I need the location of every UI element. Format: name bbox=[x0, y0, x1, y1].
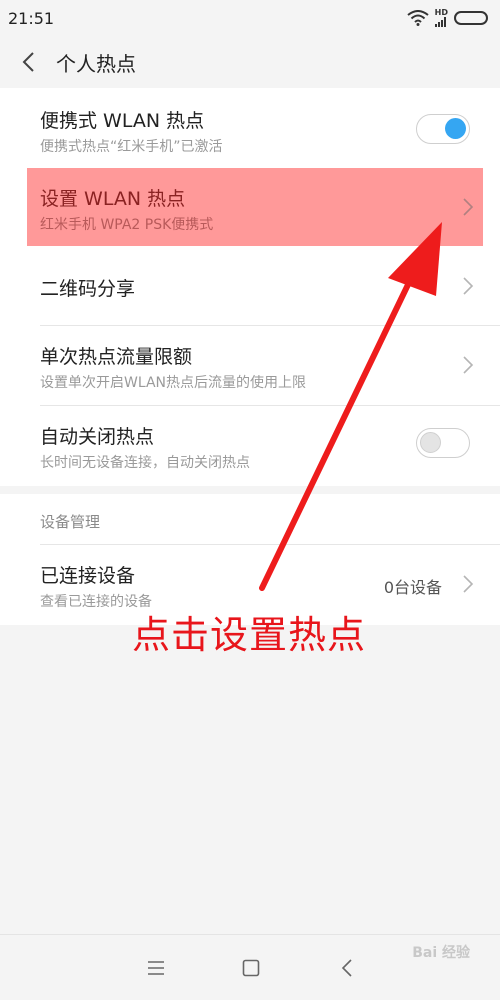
chevron-right-icon bbox=[463, 575, 474, 593]
portable-hotspot-title: 便携式 WLAN 热点 bbox=[40, 110, 205, 132]
auto-off-title: 自动关闭热点 bbox=[40, 426, 155, 448]
back-button[interactable] bbox=[0, 36, 56, 88]
battery-icon bbox=[454, 11, 488, 25]
watermark: Bai 经验 bbox=[412, 945, 470, 961]
connected-devices-title: 已连接设备 bbox=[40, 565, 136, 587]
auto-off-row[interactable]: 自动关闭热点 长时间无设备连接，自动关闭热点 bbox=[0, 406, 500, 486]
home-icon bbox=[242, 959, 260, 977]
traffic-limit-title: 单次热点流量限额 bbox=[40, 346, 193, 368]
portable-hotspot-row[interactable]: 便携式 WLAN 热点 便携式热点“红米手机”已激活 bbox=[0, 88, 500, 168]
home-button[interactable] bbox=[238, 955, 264, 981]
traffic-limit-row[interactable]: 单次热点流量限额 设置单次开启WLAN热点后流量的使用上限 bbox=[0, 326, 500, 406]
app-header: 个人热点 bbox=[0, 36, 500, 88]
chevron-right-icon bbox=[463, 198, 474, 216]
signal-icon: HD bbox=[435, 9, 448, 27]
annotation-text: 点击设置热点 bbox=[132, 613, 367, 657]
network-label: HD bbox=[434, 8, 448, 17]
auto-off-toggle[interactable] bbox=[416, 428, 470, 458]
portable-hotspot-subtitle: 便携式热点“红米手机”已激活 bbox=[40, 139, 223, 155]
menu-icon bbox=[148, 961, 164, 975]
setup-hotspot-title: 设置 WLAN 热点 bbox=[40, 188, 186, 210]
wifi-icon bbox=[407, 10, 429, 26]
status-time: 21:51 bbox=[8, 8, 55, 28]
status-bar: 21:51 HD bbox=[0, 0, 500, 36]
setup-hotspot-row[interactable]: 设置 WLAN 热点 红米手机 WPA2 PSK便携式 bbox=[0, 168, 500, 246]
chevron-right-icon bbox=[463, 356, 474, 374]
qr-share-row[interactable]: 二维码分享 bbox=[0, 246, 500, 326]
toggle-knob bbox=[420, 432, 441, 453]
back-nav-button[interactable] bbox=[334, 955, 360, 981]
device-section-header: 设备管理 bbox=[40, 513, 101, 531]
menu-button[interactable] bbox=[143, 955, 169, 981]
back-icon bbox=[341, 959, 352, 977]
connected-devices-count: 0台设备 bbox=[383, 578, 442, 597]
portable-hotspot-toggle[interactable] bbox=[416, 114, 470, 144]
toggle-knob bbox=[445, 118, 466, 139]
setup-hotspot-subtitle: 红米手机 WPA2 PSK便携式 bbox=[40, 217, 214, 233]
auto-off-subtitle: 长时间无设备连接，自动关闭热点 bbox=[40, 455, 250, 471]
qr-share-title: 二维码分享 bbox=[40, 278, 136, 300]
chevron-left-icon bbox=[22, 52, 34, 72]
chevron-right-icon bbox=[463, 277, 474, 295]
traffic-limit-subtitle: 设置单次开启WLAN热点后流量的使用上限 bbox=[40, 375, 307, 391]
page-title: 个人热点 bbox=[56, 51, 136, 76]
status-icons: HD bbox=[407, 9, 488, 27]
